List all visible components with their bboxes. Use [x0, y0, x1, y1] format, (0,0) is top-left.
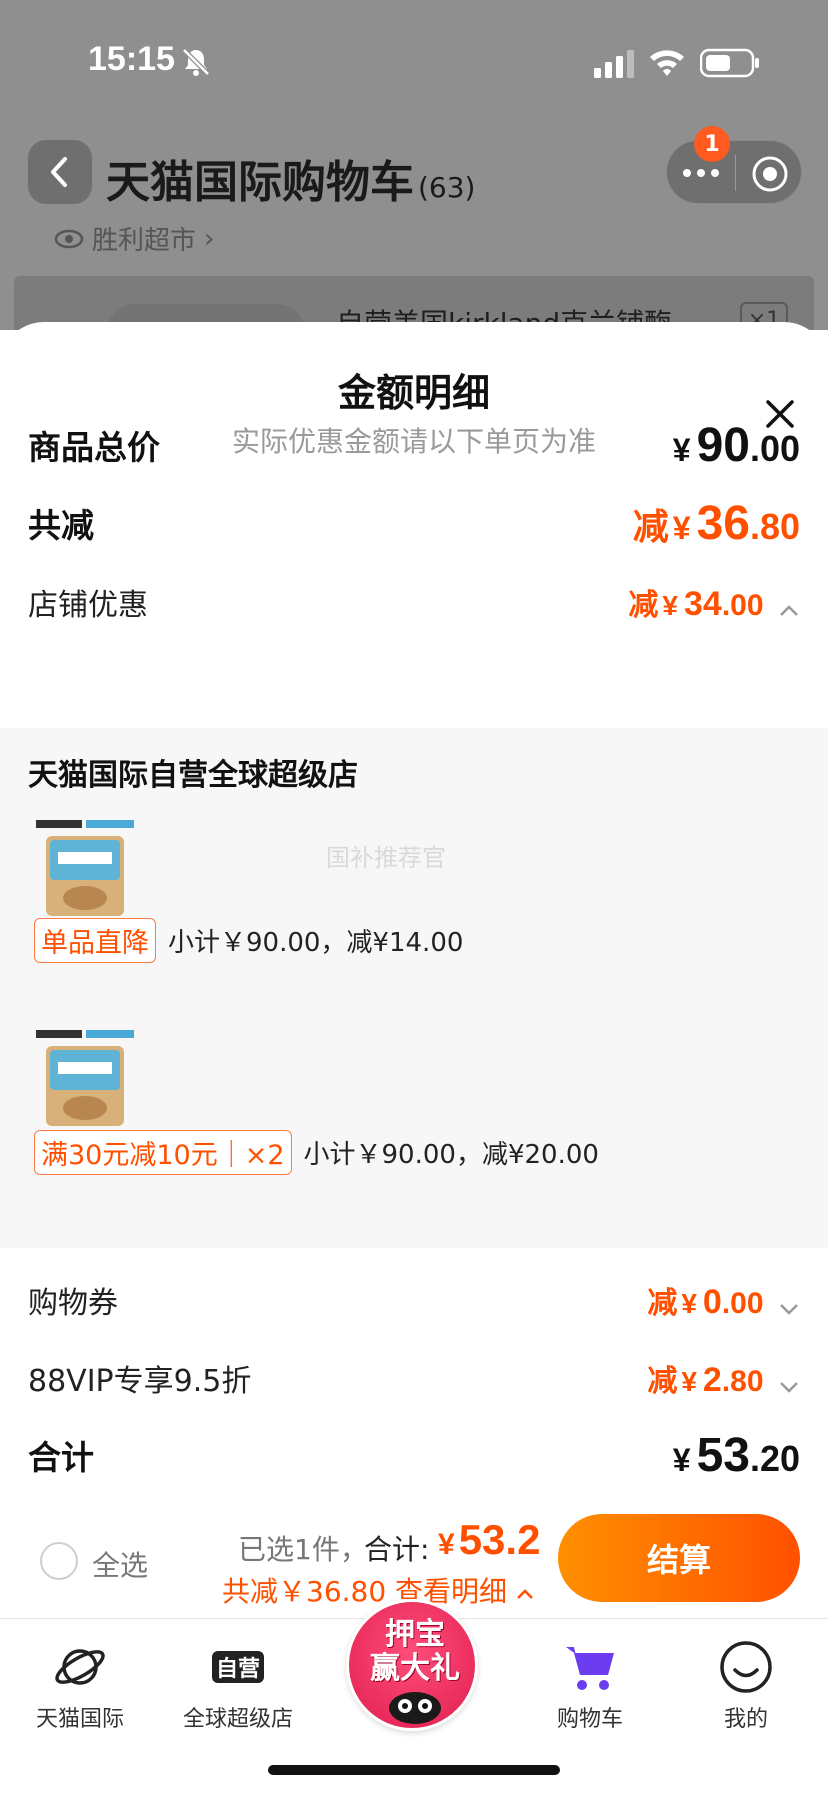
cart-icon	[566, 1647, 614, 1690]
tab-label: 我的	[723, 1707, 768, 1732]
promo-line1: 押宝	[385, 1617, 445, 1652]
chevron-left-icon	[51, 157, 67, 187]
store-link[interactable]: 胜利超市 ›	[54, 220, 214, 257]
grand-total-value: ¥53.20	[672, 1428, 800, 1482]
sheet-title: 金额明细	[337, 371, 490, 415]
select-all-label[interactable]: 全选	[92, 1544, 148, 1584]
promo-line2: 赢大礼	[370, 1651, 460, 1686]
view-detail-link[interactable]: 共减￥36.80 查看明细	[222, 1570, 534, 1610]
coupon-row[interactable]: 购物券 减 ¥0.00	[28, 1272, 800, 1328]
store-discount-row[interactable]: 店铺优惠 减 ¥34.00	[28, 574, 800, 630]
coupon-label: 购物券	[28, 1286, 118, 1321]
store-discount-detail: 天猫国际自营全球超级店 单品直降 小计￥90.00，减¥14.00 满30元减1…	[0, 728, 828, 1248]
svg-text:自营: 自营	[216, 1656, 260, 1682]
total-price-label: 商品总价	[28, 428, 160, 467]
mini-program-capsule[interactable]	[666, 140, 802, 204]
status-bar: 15:15	[0, 0, 828, 120]
total-discount-row: 共减 减 ¥36.80	[28, 492, 800, 554]
tab-mine[interactable]: 我的	[666, 1639, 826, 1733]
chevron-right-icon: ›	[204, 223, 215, 254]
chevron-up-icon	[517, 1589, 533, 1599]
product-thumbnail[interactable]	[32, 818, 138, 924]
total-price-value: ¥90.00	[672, 418, 800, 472]
tab-cart[interactable]: 购物车	[510, 1639, 670, 1733]
store-discount-label: 店铺优惠	[28, 588, 148, 623]
promo-center-badge[interactable]: 押宝 赢大礼	[346, 1599, 478, 1731]
chevron-down-icon[interactable]	[778, 1298, 800, 1320]
amount-detail-sheet: 金额明细 实际优惠金额请以下单页为准 商品总价 ¥90.00 共减 减 ¥36.8…	[0, 322, 828, 1622]
sum-label: 合计:	[364, 1533, 430, 1566]
coupon-value: 减 ¥0.00	[647, 1278, 800, 1322]
tab-global-store[interactable]: 自营 全球超级店	[158, 1639, 318, 1733]
close-mini-program-icon[interactable]	[751, 155, 789, 193]
status-time: 15:15	[88, 40, 175, 78]
capsule-divider	[735, 155, 736, 191]
select-all-radio[interactable]	[40, 1542, 78, 1580]
eye-icon	[54, 229, 84, 248]
promo-detail: 小计￥90.00，减¥20.00	[303, 1140, 599, 1170]
wifi-icon	[650, 50, 684, 76]
cart-title-text: 天猫国际购物车	[106, 157, 414, 208]
promo-tag: 满30元减10元｜×2	[34, 1130, 292, 1175]
tab-bar: 天猫国际 自营 全球超级店 押宝 赢大礼 购物车 我的	[0, 1599, 828, 1796]
tab-label: 全球超级店	[182, 1707, 293, 1732]
checkout-button[interactable]: 结算	[558, 1514, 800, 1602]
bell-off-icon	[182, 48, 210, 76]
grand-total-row: 合计 ¥53.20	[28, 1422, 800, 1488]
tab-label: 天猫国际	[35, 1707, 124, 1732]
store-discount-value: 减 ¥34.00	[628, 580, 800, 624]
sum-value: ¥53.2	[438, 1516, 541, 1563]
back-button[interactable]	[28, 140, 92, 204]
tab-tmall-global[interactable]: 天猫国际	[0, 1639, 160, 1733]
promo-detail: 小计￥90.00，减¥14.00	[168, 928, 464, 958]
chevron-down-icon[interactable]	[778, 1376, 800, 1398]
vip-value: 减 ¥2.80	[647, 1356, 800, 1400]
watermark-text: 国补推荐官	[326, 844, 446, 872]
store-name-bg: 胜利超市	[92, 226, 197, 256]
total-discount-value: 减 ¥36.80	[632, 496, 800, 550]
total-discount-label: 共减	[28, 506, 94, 545]
tab-label: 购物车	[556, 1707, 623, 1732]
battery-icon	[700, 48, 759, 78]
total-price-row: 商品总价 ¥90.00	[28, 414, 800, 476]
cat-mascot-icon	[389, 1692, 441, 1724]
vip-discount-row[interactable]: 88VIP专享9.5折 减 ¥2.80	[28, 1350, 800, 1406]
grand-total-label: 合计	[28, 1438, 94, 1477]
planet-icon	[55, 1649, 105, 1685]
more-icon[interactable]	[681, 163, 721, 183]
vip-label: 88VIP专享9.5折	[28, 1364, 252, 1399]
product-thumbnail[interactable]	[32, 1028, 138, 1134]
promo-line-2: 满30元减10元｜×2 小计￥90.00，减¥20.00	[34, 1130, 599, 1175]
promo-line-1: 单品直降 小计￥90.00，减¥14.00	[34, 918, 463, 963]
cart-count: (63)	[418, 171, 476, 204]
home-indicator	[268, 1765, 560, 1775]
chevron-up-icon[interactable]	[778, 600, 800, 622]
selected-count: 已选1件，	[238, 1533, 368, 1566]
ziying-icon: 自营	[212, 1651, 264, 1683]
notification-badge: 1	[694, 126, 730, 162]
background-cart-page: 15:15 天猫国际购物车 (63) 胜利超市 › 1 自营美国kirkland…	[0, 0, 828, 330]
cart-title: 天猫国际购物车 (63)	[106, 146, 475, 210]
smile-icon	[720, 1641, 772, 1693]
detail-store-name: 天猫国际自营全球超级店	[28, 758, 358, 793]
promo-tag: 单品直降	[34, 918, 156, 963]
signal-icon	[594, 50, 634, 78]
